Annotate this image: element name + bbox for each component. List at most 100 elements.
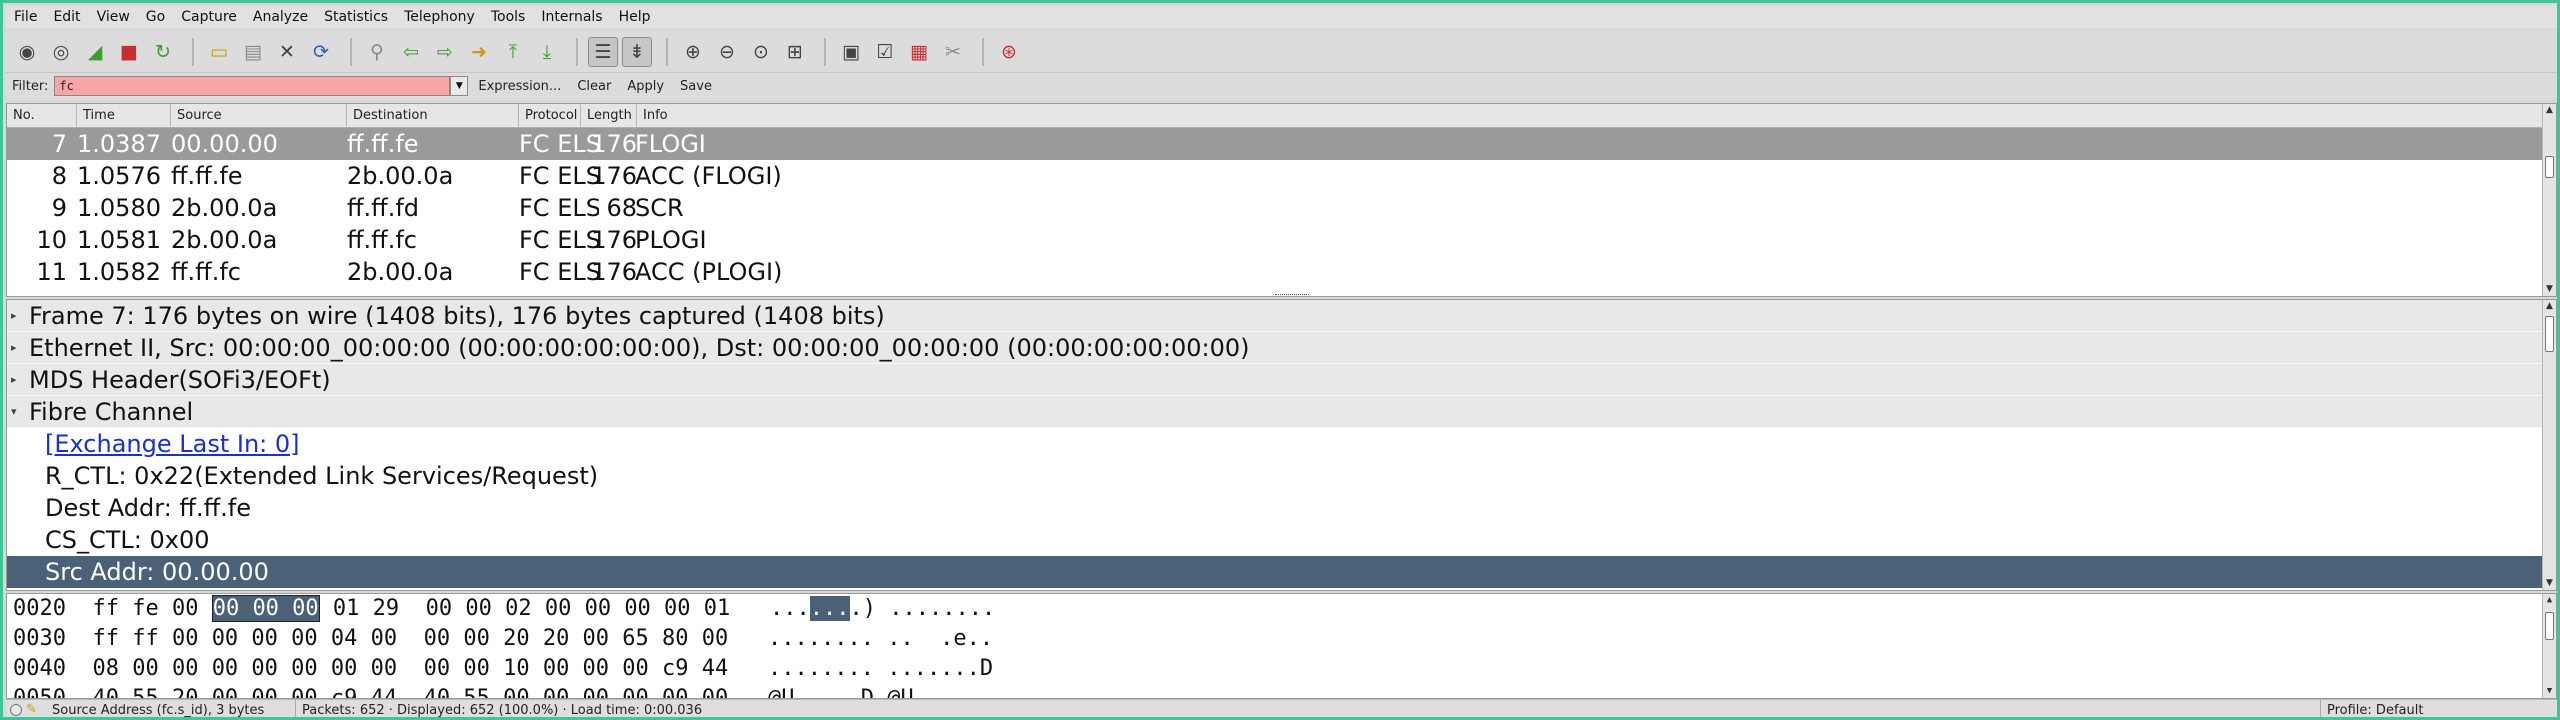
colorize-icon[interactable]: ☰ xyxy=(588,36,618,67)
go-back-icon[interactable]: ⇦ xyxy=(396,37,426,67)
detail-tree-node[interactable]: ▸ MDS Header(SOFi3/EOFt) xyxy=(7,364,2556,396)
filter-input[interactable]: fc xyxy=(54,76,451,96)
hex-row[interactable]: 0050 40 55 20 00 00 00 c9 44 40 55 00 00… xyxy=(7,684,2556,698)
column-header-time[interactable]: Time xyxy=(77,104,171,128)
menu-edit[interactable]: Edit xyxy=(53,9,80,25)
edit-comment-icon[interactable]: ✎ xyxy=(26,703,40,717)
reload-icon[interactable]: ⟳ xyxy=(306,37,336,67)
column-header-length[interactable]: Length xyxy=(581,104,637,128)
details-scrollbar[interactable]: ▲ ▼ xyxy=(2542,300,2556,590)
scroll-up-icon[interactable]: ▲ xyxy=(2543,300,2556,313)
detail-tree-field[interactable]: CS_CTL: 0x00 xyxy=(7,524,2556,556)
zoom-out-icon[interactable]: ⊖ xyxy=(712,37,742,67)
hex-row[interactable]: 0030 ff ff 00 00 00 00 04 00 00 00 20 20… xyxy=(7,624,2556,654)
expert-info-icon[interactable] xyxy=(10,704,22,716)
scroll-down-icon[interactable]: ▼ xyxy=(2543,685,2556,698)
help-icon[interactable]: ⊛ xyxy=(994,37,1024,67)
hex-row[interactable]: 0040 08 00 00 00 00 00 00 00 00 00 10 00… xyxy=(7,654,2556,684)
menu-view[interactable]: View xyxy=(97,9,130,25)
detail-tree-field[interactable]: [Exchange Last In: 0] xyxy=(7,428,2556,460)
packet-row[interactable]: 7 1.0387 00.00.00 ff.ff.fe FC ELS 176 FLOGI xyxy=(7,128,2556,160)
close-file-icon[interactable]: ✕ xyxy=(272,37,302,67)
open-file-icon[interactable]: ▭ xyxy=(204,37,234,67)
menu-statistics[interactable]: Statistics xyxy=(324,9,388,25)
scroll-thumb[interactable] xyxy=(2545,612,2554,640)
toolbar-separator xyxy=(666,37,668,66)
coloring-rules-icon[interactable]: ▦ xyxy=(904,37,934,67)
preferences-icon[interactable]: ✂ xyxy=(938,37,968,67)
detail-tree-node[interactable]: ▸ Frame 7: 176 bytes on wire (1408 bits),… xyxy=(7,300,2556,332)
packet-time: 1.0581 xyxy=(77,226,161,254)
scroll-up-icon[interactable]: ▲ xyxy=(2543,104,2556,117)
collapsed-arrow-icon[interactable]: ▸ xyxy=(11,332,23,364)
chevron-down-icon[interactable]: ▼ xyxy=(450,76,469,96)
save-file-icon[interactable]: ▤ xyxy=(238,37,268,67)
display-filters-icon[interactable]: ☑ xyxy=(870,37,900,67)
collapsed-arrow-icon[interactable]: ▸ xyxy=(11,364,23,396)
stop-capture-icon[interactable]: ■ xyxy=(114,37,144,67)
resize-columns-icon[interactable]: ⊞ xyxy=(780,37,810,67)
menu-tools[interactable]: Tools xyxy=(491,9,526,25)
hex-row[interactable]: 0020 ff fe 00 00 00 00 01 29 00 00 02 00… xyxy=(7,594,2556,624)
go-first-icon[interactable]: ⤒ xyxy=(498,37,528,67)
detail-tree-node[interactable]: ▾ Fibre Channel xyxy=(7,396,2556,428)
packet-source: ff.ff.fc xyxy=(171,258,241,286)
packet-row[interactable]: 11 1.0582 ff.ff.fc 2b.00.0a FC ELS 176 ACC (PL… xyxy=(7,256,2556,288)
find-packet-icon[interactable]: ⚲ xyxy=(362,37,392,67)
scroll-up-icon[interactable]: ▲ xyxy=(2543,594,2556,607)
scroll-thumb[interactable] xyxy=(2545,156,2554,178)
detail-tree-field[interactable]: Src Addr: 00.00.00 xyxy=(7,556,2556,588)
zoom-in-icon[interactable]: ⊕ xyxy=(678,37,708,67)
status-profile[interactable]: Profile: Default xyxy=(2321,700,2429,718)
capture-options-icon[interactable]: ◎ xyxy=(46,37,76,67)
go-last-icon[interactable]: ⤓ xyxy=(532,37,562,67)
scroll-down-icon[interactable]: ▼ xyxy=(2543,577,2556,590)
detail-tree-field[interactable]: Dest Addr: ff.ff.fe xyxy=(7,492,2556,524)
column-header-destination[interactable]: Destination xyxy=(347,104,519,128)
packet-row[interactable]: 8 1.0576 ff.ff.fe 2b.00.0a FC ELS 176 ACC (FLO… xyxy=(7,160,2556,192)
column-header-info[interactable]: Info xyxy=(637,104,2542,128)
packet-list: No. Time Source Destination Protocol Len… xyxy=(6,103,2557,297)
column-header-protocol[interactable]: Protocol xyxy=(519,104,581,128)
menu-analyze[interactable]: Analyze xyxy=(253,9,308,25)
save-button[interactable]: Save xyxy=(680,79,712,94)
column-header-source[interactable]: Source xyxy=(171,104,347,128)
go-forward-icon[interactable]: ⇨ xyxy=(430,37,460,67)
menu-go[interactable]: Go xyxy=(146,9,165,25)
clear-button[interactable]: Clear xyxy=(577,79,611,94)
collapsed-arrow-icon[interactable]: ▸ xyxy=(11,300,23,332)
detail-text: R_CTL: 0x22(Extended Link Services/Reque… xyxy=(45,462,599,490)
packet-row[interactable]: 10 1.0581 2b.00.0a ff.ff.fc FC ELS 176 PLOGI xyxy=(7,224,2556,256)
packet-destination: ff.ff.fd xyxy=(347,194,420,222)
menu-file[interactable]: File xyxy=(14,9,37,25)
column-header-no[interactable]: No. xyxy=(7,104,77,128)
expanded-arrow-icon[interactable]: ▾ xyxy=(11,396,23,428)
pane-splitter-grip[interactable] xyxy=(1275,294,1309,296)
packet-length: 68 xyxy=(606,194,637,222)
bytes-scrollbar[interactable]: ▲ ▼ xyxy=(2542,594,2556,698)
expression-button[interactable]: Expression... xyxy=(478,79,561,94)
detail-tree-field[interactable]: R_CTL: 0x22(Extended Link Services/Reque… xyxy=(7,460,2556,492)
autoscroll-icon[interactable]: ⇟ xyxy=(622,36,652,67)
menu-capture[interactable]: Capture xyxy=(181,9,237,25)
pane-splitter-grip[interactable] xyxy=(1275,587,1309,590)
scroll-down-icon[interactable]: ▼ xyxy=(2543,283,2556,296)
interface-list-icon[interactable]: ◉ xyxy=(12,37,42,67)
detail-tree-node[interactable]: ▸ Ethernet II, Src: 00:00:00_00:00:00 (00… xyxy=(7,332,2556,364)
normal-size-icon[interactable]: ⊙ xyxy=(746,37,776,67)
start-capture-icon[interactable]: ◢ xyxy=(80,37,110,67)
packet-list-scrollbar[interactable]: ▲ ▼ xyxy=(2542,104,2556,296)
packet-row[interactable]: 9 1.0580 2b.00.0a ff.ff.fd FC ELS 68 SCR xyxy=(7,192,2556,224)
capture-filters-icon[interactable]: ▣ xyxy=(836,37,866,67)
apply-button[interactable]: Apply xyxy=(627,79,664,94)
packet-time: 1.0387 xyxy=(77,130,161,158)
packet-length: 176 xyxy=(591,162,637,190)
restart-capture-icon[interactable]: ↻ xyxy=(148,37,178,67)
go-to-packet-icon[interactable]: ➜ xyxy=(464,37,494,67)
menu-telephony[interactable]: Telephony xyxy=(404,9,475,25)
menu-help[interactable]: Help xyxy=(619,9,651,25)
detail-text: MDS Header(SOFi3/EOFt) xyxy=(29,366,331,394)
menu-internals[interactable]: Internals xyxy=(541,9,602,25)
packet-source: 2b.00.0a xyxy=(171,226,278,254)
scroll-thumb[interactable] xyxy=(2545,316,2554,352)
